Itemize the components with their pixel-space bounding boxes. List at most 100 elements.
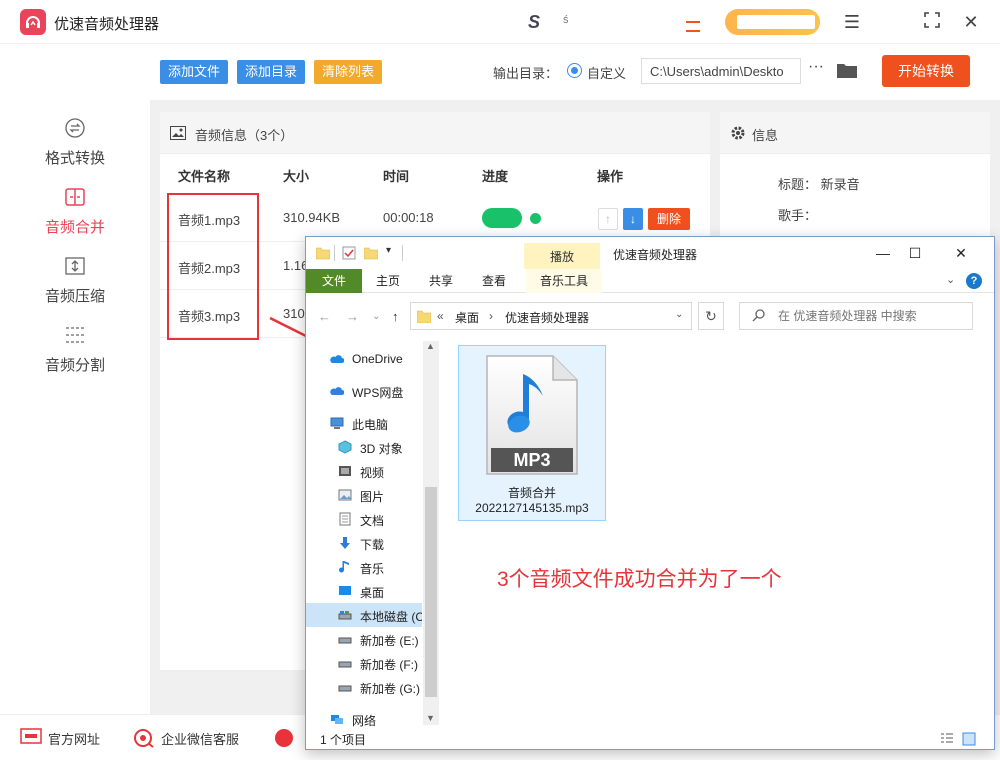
quick-access-dropdown-icon[interactable]: ▾ — [386, 245, 391, 256]
tab-view[interactable]: 查看 — [482, 269, 506, 293]
output-path-input[interactable] — [641, 58, 801, 84]
notice-mark — [686, 30, 700, 32]
close-icon[interactable]: ✕ — [961, 12, 981, 32]
nav-item-pictures[interactable]: 图片 — [306, 483, 422, 507]
large-icons-view-icon[interactable] — [962, 732, 976, 746]
close-icon[interactable]: ✕ — [946, 241, 976, 265]
details-view-icon[interactable] — [940, 732, 954, 746]
network-icon — [331, 715, 343, 724]
vip-button[interactable] — [725, 9, 820, 35]
add-directory-button[interactable]: 添加目录 — [237, 60, 306, 84]
custom-dir-label: 自定义 — [587, 66, 627, 81]
vip-label-area — [737, 15, 815, 29]
nav-item-onedrive[interactable]: OneDrive — [306, 347, 422, 371]
brand-logo-sub: ś — [563, 14, 569, 26]
nav-item-wps-cloud[interactable]: WPS网盘 — [306, 379, 422, 403]
wps-cloud-icon — [330, 387, 344, 395]
nav-item-video[interactable]: 视频 — [306, 459, 422, 483]
maximize-icon[interactable]: ☐ — [900, 241, 930, 265]
file-list-header: 音频信息（3个） — [160, 112, 710, 154]
column-header-progress: 进度 — [482, 169, 509, 184]
nav-item-drive-g[interactable]: 新加卷 (G:) — [306, 675, 422, 699]
recent-dropdown-icon[interactable]: ⌄ — [372, 311, 380, 322]
refresh-button[interactable]: ↻ — [698, 302, 724, 330]
column-header-time: 时间 — [383, 169, 410, 184]
search-input[interactable] — [739, 302, 973, 330]
mp3-badge: MP3 — [513, 450, 551, 470]
breadcrumb-separator: › — [489, 309, 493, 323]
this-pc-icon — [330, 417, 344, 429]
breadcrumb-desktop[interactable]: 桌面 — [455, 309, 479, 326]
nav-item-network[interactable]: 网络 — [306, 707, 422, 731]
nav-scrollbar-thumb[interactable] — [425, 487, 437, 697]
info-title-row: 标题： 新录音 — [778, 174, 860, 193]
forward-arrow-icon[interactable]: → — [346, 309, 359, 324]
nav-item-drive-e[interactable]: 新加卷 (E:) — [306, 627, 422, 651]
folder-icon[interactable] — [837, 62, 857, 78]
tab-home[interactable]: 主页 — [376, 269, 400, 293]
properties-icon[interactable] — [342, 246, 356, 260]
address-dropdown-icon[interactable]: ⌄ — [675, 309, 683, 320]
tab-file[interactable]: 文件 — [306, 269, 362, 293]
menu-icon[interactable]: ☰ — [842, 12, 862, 32]
more-options-button[interactable]: ··· — [808, 58, 824, 76]
tab-music-tools[interactable]: 音乐工具 — [526, 269, 602, 293]
sidebar-item-audio-compress[interactable]: 音频压缩 — [0, 255, 150, 315]
sidebar-item-label: 音频合并 — [44, 219, 105, 236]
breadcrumb-folder[interactable]: 优速音频处理器 — [505, 309, 589, 326]
scroll-up-icon[interactable]: ▲ — [426, 341, 435, 351]
clear-list-button[interactable]: 清除列表 — [314, 60, 383, 84]
format-convert-icon — [65, 118, 85, 138]
nav-item-local-disk-c[interactable]: 本地磁盘 (C — [306, 603, 422, 627]
nav-item-downloads[interactable]: 下载 — [306, 531, 422, 555]
table-header: 文件名称 大小 时间 进度 操作 — [160, 154, 710, 194]
custom-dir-radio[interactable] — [567, 63, 582, 78]
start-convert-button[interactable]: 开始转换 — [882, 55, 970, 87]
help-icon[interactable]: ? — [966, 273, 982, 289]
nav-item-music[interactable]: 音乐 — [306, 555, 422, 579]
nav-item-label: 下载 — [360, 538, 385, 552]
nav-item-documents[interactable]: 文档 — [306, 507, 422, 531]
scroll-down-icon[interactable]: ▼ — [426, 713, 435, 723]
documents-folder-icon — [339, 512, 351, 526]
sidebar-item-label: 音频压缩 — [44, 288, 105, 305]
wechat-service-link[interactable]: 企业微信客服 — [161, 729, 239, 748]
folder-icon — [316, 247, 330, 260]
sidebar-item-format-convert[interactable]: 格式转换 — [0, 117, 150, 177]
nav-item-desktop[interactable]: 桌面 — [306, 579, 422, 603]
file-item[interactable]: MP3 音频合并 2022127145135.mp3 — [458, 345, 606, 521]
nav-item-label: WPS网盘 — [352, 386, 404, 400]
nav-item-3d-objects[interactable]: 3D 对象 — [306, 435, 422, 459]
play-context-tab[interactable]: 播放 — [524, 243, 600, 271]
output-dir-label: 输出目录： — [493, 66, 559, 81]
audio-split-icon — [66, 327, 84, 343]
delete-button[interactable]: 删除 — [648, 208, 690, 230]
3d-objects-icon — [338, 440, 352, 454]
file-time: 00:00:18 — [383, 210, 434, 225]
maximize-icon[interactable] — [922, 12, 942, 32]
explorer-title: 优速音频处理器 — [613, 248, 698, 262]
nav-item-this-pc[interactable]: 此电脑 — [306, 411, 422, 435]
info-title-label: 标题： — [778, 177, 818, 192]
video-folder-icon — [339, 466, 351, 476]
move-down-button[interactable]: ↓ — [623, 208, 643, 230]
sidebar-item-audio-split[interactable]: 音频分割 — [0, 324, 150, 384]
nav-item-label: 3D 对象 — [360, 442, 403, 456]
up-arrow-icon[interactable]: ↑ — [392, 309, 399, 324]
sidebar-item-audio-merge[interactable]: 音频合并 — [0, 186, 150, 246]
search-icon — [752, 309, 765, 322]
nav-item-label: 音乐 — [360, 562, 385, 576]
nav-item-drive-f[interactable]: 新加卷 (F:) — [306, 651, 422, 675]
tab-share[interactable]: 共享 — [429, 269, 453, 293]
website-icon — [20, 728, 42, 744]
back-arrow-icon[interactable]: ← — [318, 309, 331, 324]
new-folder-icon[interactable] — [364, 246, 378, 260]
toolbar: 添加文件 添加目录 清除列表 输出目录： 自定义 ··· 开始转换 — [150, 44, 1000, 100]
minimize-icon[interactable]: — — [868, 241, 898, 265]
ribbon-expand-icon[interactable]: ⌄ — [946, 273, 955, 286]
add-file-button[interactable]: 添加文件 — [160, 60, 229, 84]
nav-item-label: 本地磁盘 (C — [360, 610, 422, 624]
address-bar[interactable]: « 桌面 › 优速音频处理器 ⌄ — [410, 302, 692, 330]
website-link[interactable]: 官方网址 — [48, 729, 100, 748]
move-up-button[interactable]: ↑ — [598, 208, 618, 230]
